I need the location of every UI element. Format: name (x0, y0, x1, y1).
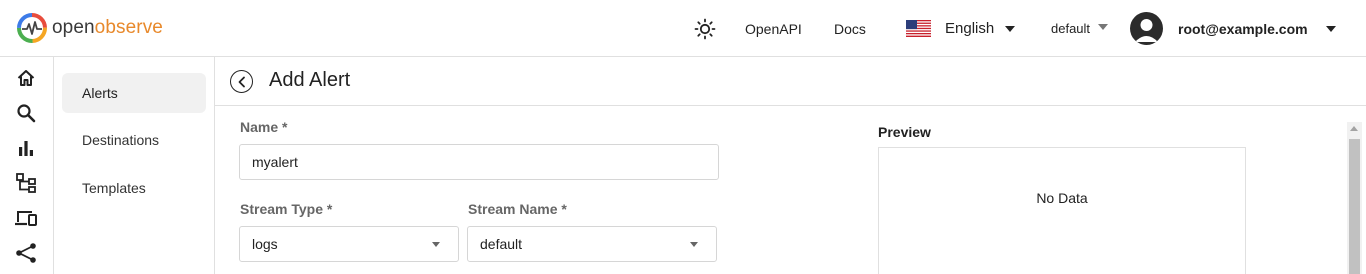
page-title-bar: Add Alert (215, 57, 1366, 106)
home-icon (17, 70, 35, 86)
name-label: Name * (240, 119, 288, 135)
user-menu[interactable]: root@example.com (1130, 0, 1336, 57)
app-logo[interactable]: openobserve (16, 12, 163, 44)
stream-name-value: default (480, 236, 523, 252)
organization-selector[interactable]: default (1051, 0, 1109, 57)
name-input-value: myalert (252, 154, 298, 170)
preview-panel: No Data (878, 147, 1246, 274)
preview-label: Preview (878, 124, 931, 140)
avatar-icon (1130, 12, 1163, 45)
share-icon (16, 243, 36, 263)
nav-dashboards[interactable] (13, 135, 39, 161)
chevron-down-icon (1005, 25, 1016, 32)
vertical-scrollbar[interactable] (1347, 122, 1362, 274)
main-nav-rail (0, 57, 54, 274)
alerts-subnav: Alerts Destinations Templates (54, 57, 215, 274)
us-flag-icon (906, 20, 931, 37)
subnav-item-alerts[interactable]: Alerts (62, 73, 206, 113)
stream-name-label: Stream Name * (468, 201, 567, 217)
logo-text-observe: observe (94, 17, 163, 38)
language-selector[interactable]: English (906, 0, 1016, 57)
docs-link[interactable]: Docs (834, 0, 866, 57)
stream-name-select[interactable]: default (467, 226, 717, 262)
nav-home[interactable] (13, 65, 39, 91)
language-label: English (945, 20, 995, 37)
openobserve-logo-icon (17, 13, 47, 43)
search-icon (17, 104, 36, 123)
no-data-text: No Data (1036, 190, 1088, 206)
nav-ingestion[interactable] (13, 205, 39, 231)
chevron-down-icon (1098, 24, 1109, 30)
logo-text: openobserve (52, 17, 163, 39)
top-header: openobserve OpenAPI Docs English default… (0, 0, 1366, 57)
chevron-down-icon (1325, 25, 1336, 32)
scroll-up-arrow-icon[interactable] (1350, 126, 1358, 131)
sun-icon (694, 18, 716, 39)
dropdown-arrow-icon (432, 242, 440, 247)
nav-pipelines[interactable] (13, 170, 39, 196)
openapi-link[interactable]: OpenAPI (745, 0, 802, 57)
bar-chart-icon (19, 141, 33, 156)
stream-type-select[interactable]: logs (239, 226, 459, 262)
back-arrow-icon (238, 76, 245, 87)
dropdown-arrow-icon (690, 242, 698, 247)
organization-label: default (1051, 21, 1091, 36)
back-button[interactable] (230, 70, 253, 93)
hierarchy-icon (16, 173, 36, 193)
stream-type-value: logs (252, 236, 278, 252)
logo-text-open: open (52, 17, 95, 38)
name-input[interactable]: myalert (239, 144, 719, 180)
nav-alerts[interactable] (13, 240, 39, 266)
scrollbar-thumb[interactable] (1349, 139, 1360, 274)
user-email: root@example.com (1178, 20, 1308, 37)
subnav-item-templates[interactable]: Templates (62, 168, 206, 208)
stream-type-label: Stream Type * (240, 201, 333, 217)
subnav-item-destinations[interactable]: Destinations (62, 120, 206, 160)
devices-icon (15, 211, 37, 226)
nav-search[interactable] (13, 100, 39, 126)
page-title: Add Alert (269, 69, 351, 91)
theme-toggle-button[interactable] (692, 0, 718, 57)
